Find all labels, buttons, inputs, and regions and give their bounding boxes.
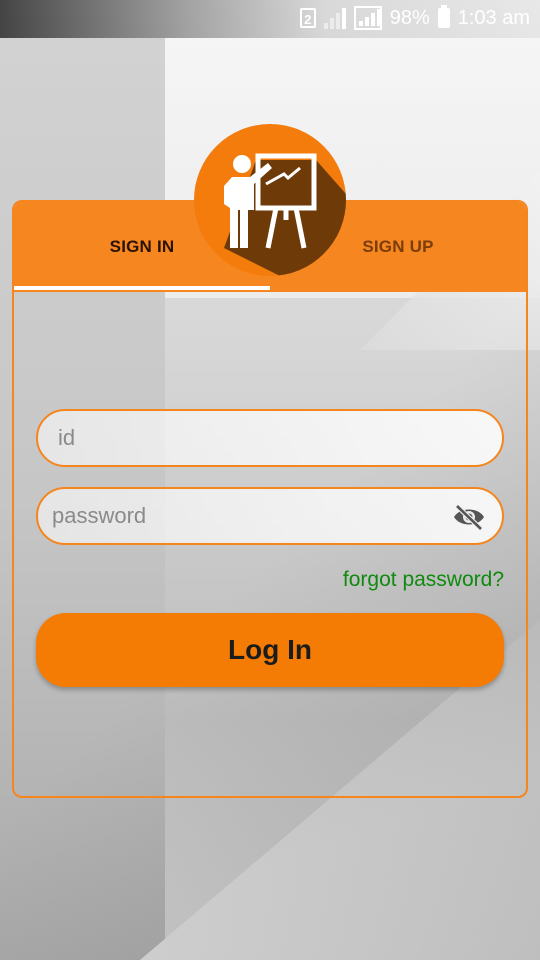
tab-sign-up-label: SIGN UP: [362, 237, 434, 256]
id-field: [36, 409, 504, 467]
id-input[interactable]: [38, 411, 438, 465]
forgot-password-link[interactable]: forgot password?: [343, 568, 504, 592]
login-button[interactable]: Log In: [36, 613, 504, 687]
signal-icon: [323, 7, 346, 29]
password-field: [36, 487, 504, 545]
password-input[interactable]: [38, 489, 432, 543]
battery-icon: [437, 5, 450, 28]
active-tab-indicator: [14, 286, 270, 290]
app-logo: [194, 124, 346, 276]
battery-percent: 98%: [389, 6, 430, 29]
tab-sign-in-label: SIGN IN: [109, 237, 175, 256]
clock: 1:03 am: [457, 6, 530, 29]
teacher-presentation-icon: [224, 153, 346, 276]
signal-strength-icon: [353, 6, 382, 30]
sim-icon: 2: [299, 8, 316, 28]
eye-off-icon[interactable]: [452, 503, 486, 531]
status-bar: 2 98% 1:03 am: [0, 0, 540, 38]
